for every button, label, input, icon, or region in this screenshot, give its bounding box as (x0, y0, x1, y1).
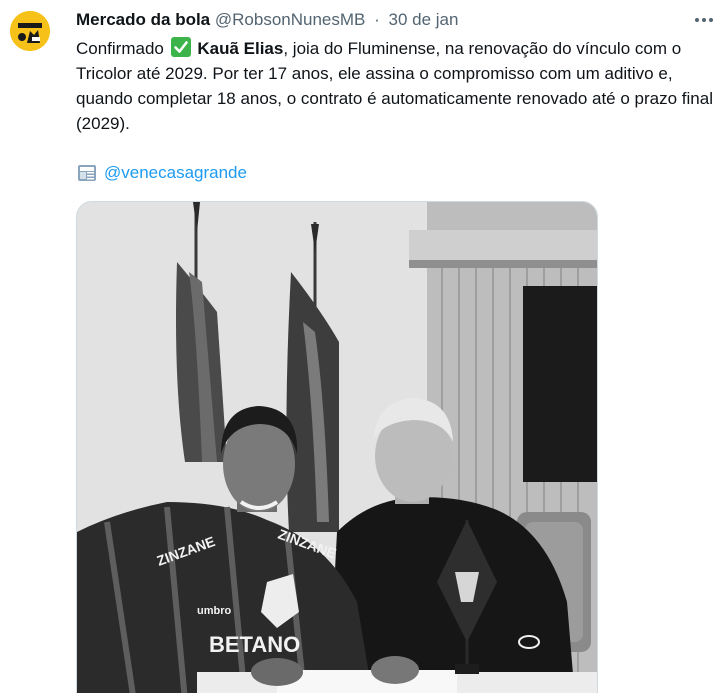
tweet-card[interactable]: Mercado da bola @RobsonNunesMB · 30 de j… (0, 0, 725, 693)
shirt-sponsor-betano: BETANO (209, 632, 300, 657)
tweet-date[interactable]: 30 de jan (389, 10, 459, 29)
tweet-photo[interactable]: ZINZANE ZINZANE umbro BETANO (76, 201, 598, 693)
player-name: Kauã Elias (197, 39, 284, 58)
source-mention-link[interactable]: @venecasagrande (104, 160, 247, 185)
author-handle[interactable]: @RobsonNunesMB (215, 10, 366, 29)
check-mark-icon (170, 37, 191, 57)
author-display-name[interactable]: Mercado da bola (76, 10, 210, 29)
tweet-header: Mercado da bola @RobsonNunesMB · 30 de j… (76, 9, 685, 31)
newspaper-icon (78, 164, 96, 181)
header-separator: · (374, 10, 380, 29)
shirt-brand-umbro: umbro (197, 605, 232, 617)
author-avatar[interactable] (10, 11, 50, 51)
more-options-button[interactable] (691, 9, 717, 31)
tweet-text-part1: Confirmado (76, 39, 164, 58)
contract-signing-photo: ZINZANE ZINZANE umbro BETANO (77, 202, 597, 693)
robson-logo-icon (10, 11, 50, 51)
tweet-text: Confirmado Kauã Elias, joia do Fluminens… (76, 36, 716, 136)
more-dots-icon (695, 18, 713, 22)
source-line: @venecasagrande (76, 160, 247, 185)
